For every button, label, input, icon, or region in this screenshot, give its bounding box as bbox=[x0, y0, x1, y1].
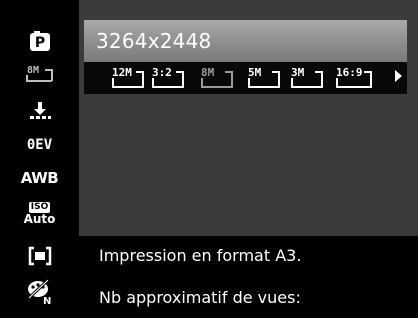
exposure-label: 0EV bbox=[26, 137, 53, 153]
size-option-5m[interactable]: 5M bbox=[246, 66, 286, 90]
exposure-value[interactable]: 0EV bbox=[0, 134, 79, 156]
camera-menu-screen: P 8M 0EV AWB ISO Auto N 3264x2448 12M 3:… bbox=[0, 0, 418, 318]
color-mode-icon[interactable]: N bbox=[0, 278, 79, 306]
image-size-icon[interactable]: 8M bbox=[0, 62, 79, 84]
selected-size-value: 3264x2448 bbox=[96, 29, 212, 53]
size-option-3-2[interactable]: 3:2 bbox=[150, 66, 190, 90]
quality-icon[interactable] bbox=[0, 100, 79, 122]
iso-setting[interactable]: ISO Auto bbox=[0, 199, 79, 229]
size-option-label: 12M bbox=[112, 66, 132, 79]
iso-value: Auto bbox=[23, 212, 56, 226]
size-option-8m[interactable]: 8M bbox=[199, 66, 239, 90]
sidebar: P 8M 0EV AWB ISO Auto N bbox=[0, 0, 79, 318]
size-option-12m[interactable]: 12M bbox=[110, 66, 150, 90]
size-option-label: 16:9 bbox=[336, 66, 363, 79]
size-option-label: 3:2 bbox=[152, 66, 172, 79]
metering-icon[interactable] bbox=[0, 244, 79, 268]
selected-size-bar: 3264x2448 bbox=[84, 20, 407, 62]
size-option-16-9[interactable]: 16:9 bbox=[334, 66, 378, 90]
scroll-right-arrow-icon[interactable] bbox=[395, 70, 402, 82]
image-size-label: 8M bbox=[27, 65, 39, 76]
size-option-3m[interactable]: 3M bbox=[289, 66, 329, 90]
info-description: Impression en format A3. bbox=[99, 246, 302, 265]
info-panel: Impression en format A3. Nb approximatif… bbox=[79, 236, 418, 318]
svg-text:P: P bbox=[34, 35, 44, 51]
svg-text:N: N bbox=[43, 296, 51, 305]
mode-p-icon[interactable]: P bbox=[0, 28, 79, 54]
white-balance[interactable]: AWB bbox=[0, 167, 79, 189]
white-balance-label: AWB bbox=[20, 169, 59, 187]
size-options-bar: 12M 3:2 8M 5M 3M 16:9 bbox=[84, 62, 407, 94]
info-shots-remaining: Nb approximatif de vues: bbox=[99, 288, 301, 307]
